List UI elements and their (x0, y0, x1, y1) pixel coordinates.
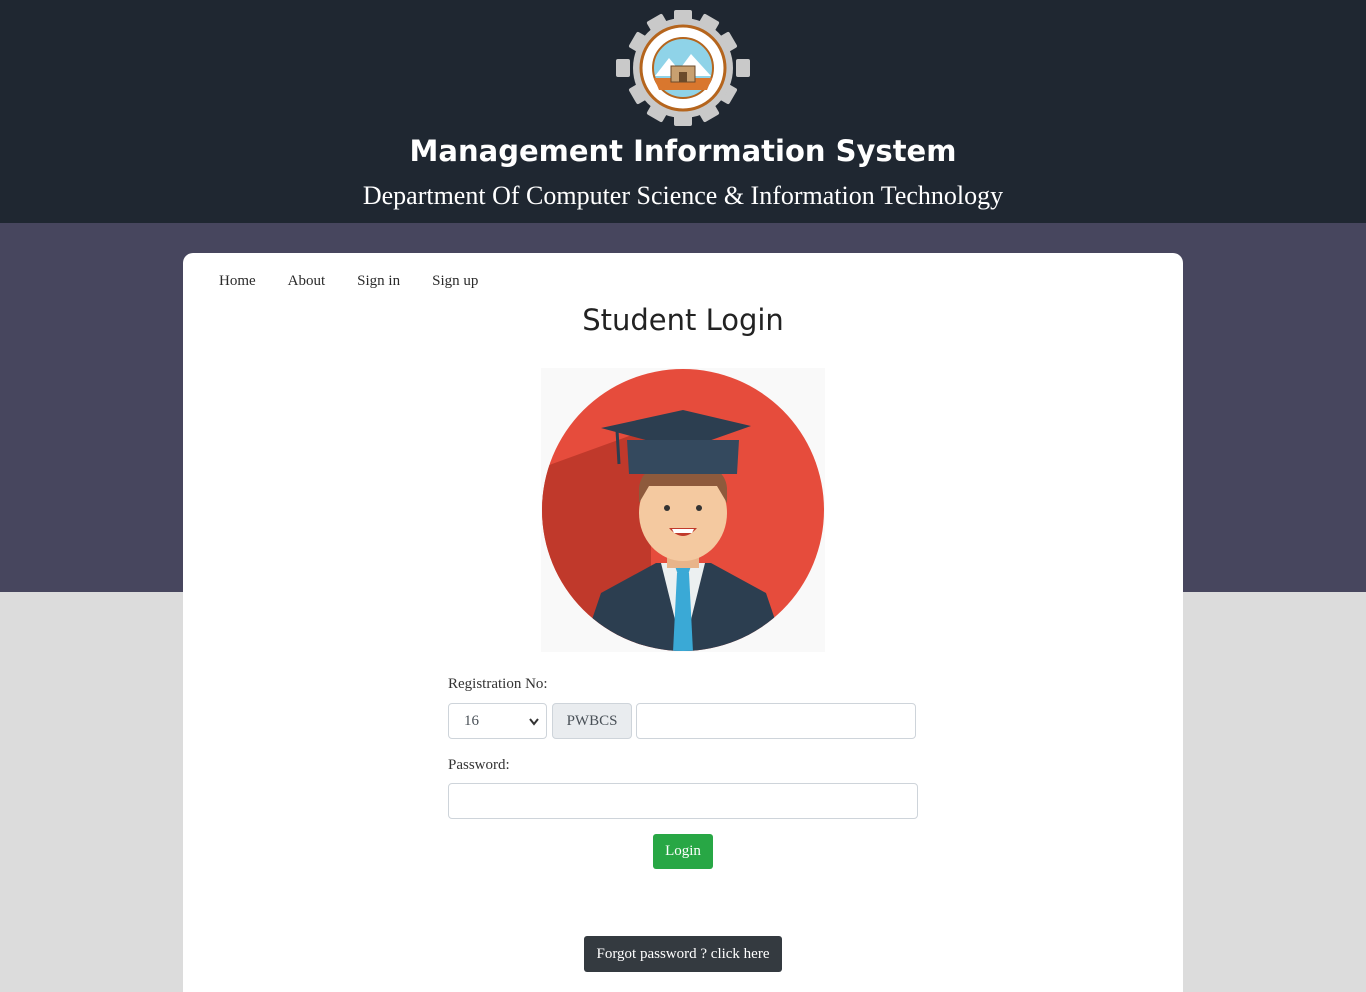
login-button[interactable]: Login (653, 834, 713, 869)
password-label: Password: (448, 757, 510, 773)
registration-label: Registration No: (448, 676, 548, 692)
graduate-avatar-icon (541, 368, 825, 652)
nav-sign-in-link[interactable]: Sign in (357, 273, 400, 290)
registration-number-input[interactable] (636, 703, 916, 739)
site-title: Management Information System (409, 134, 957, 168)
site-header: Management Information System Department… (0, 0, 1366, 223)
nav-about-link[interactable]: About (288, 273, 326, 290)
site-subtitle: Department Of Computer Science & Informa… (362, 181, 1004, 210)
password-input[interactable] (448, 783, 918, 819)
chevron-down-icon (528, 705, 540, 752)
nav-sign-up-link[interactable]: Sign up (432, 273, 478, 290)
nav-home-link[interactable]: Home (219, 273, 256, 290)
university-logo-icon (613, 10, 753, 126)
year-select-value: 16 (464, 713, 479, 729)
year-select[interactable]: 16 (448, 703, 547, 739)
main-nav: Home About Sign in Sign up (219, 273, 510, 290)
registration-prefix: PWBCS (552, 703, 632, 739)
login-card: Home About Sign in Sign up Student Login (183, 253, 1183, 992)
page-title: Student Login (582, 303, 784, 337)
forgot-password-button[interactable]: Forgot password ? click here (584, 936, 782, 972)
